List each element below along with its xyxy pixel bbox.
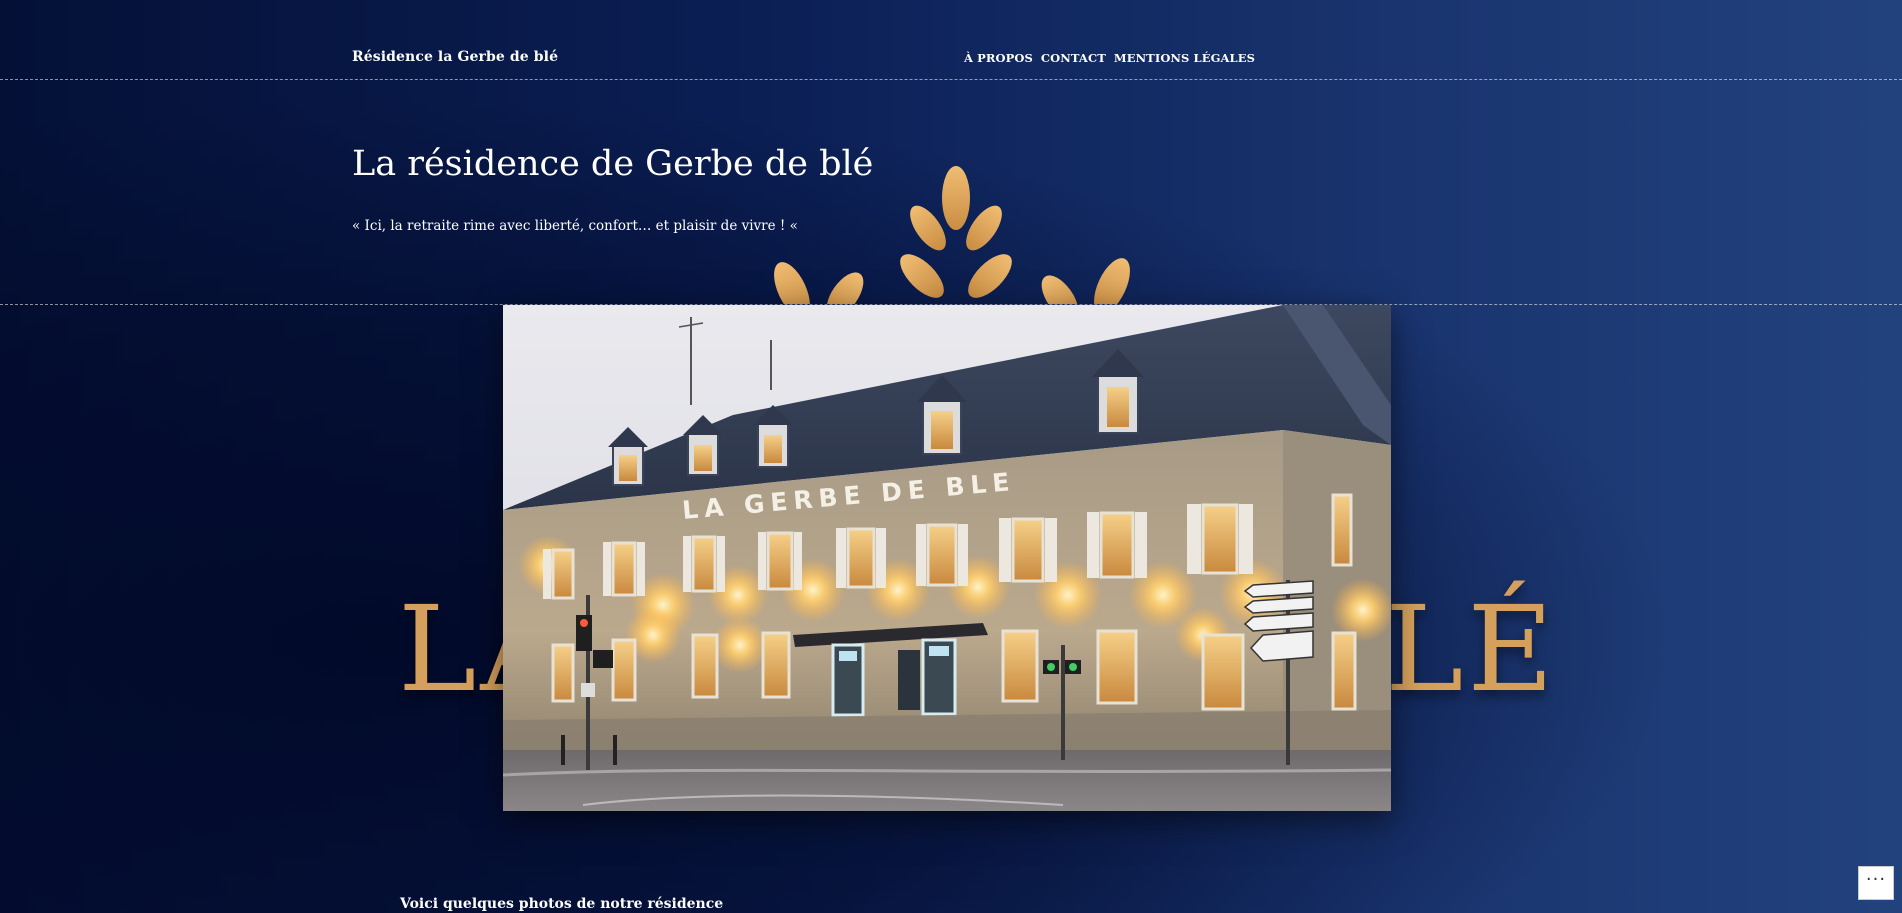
hero-section: La résidence de Gerbe de blé « Ici, la r… [0,80,1902,305]
hero-tagline: « Ici, la retraite rime avec liberté, co… [352,218,798,234]
nav-item-a-propos[interactable]: À PROPOS [964,51,1033,65]
wheat-logo-icon [774,166,1130,304]
more-actions-button[interactable]: ··· [1858,866,1894,900]
background-logo-text-right: LÉ [1385,580,1558,718]
site-header: Résidence la Gerbe de blé À PROPOS CONTA… [0,0,1902,80]
ellipsis-icon: ··· [1865,869,1887,890]
nav-item-contact[interactable]: CONTACT [1041,51,1106,65]
site-title-link[interactable]: Résidence la Gerbe de blé [352,49,558,65]
nav-item-mentions-legales[interactable]: MENTIONS LÉGALES [1114,51,1255,65]
hero-title: La résidence de Gerbe de blé [352,144,874,184]
content-heading: Voici quelques photos de notre résidence [400,896,724,912]
main-navigation: À PROPOS CONTACT MENTIONS LÉGALES [964,51,1255,65]
featured-residence-photo: LA GERBE DE BLE [503,305,1391,811]
